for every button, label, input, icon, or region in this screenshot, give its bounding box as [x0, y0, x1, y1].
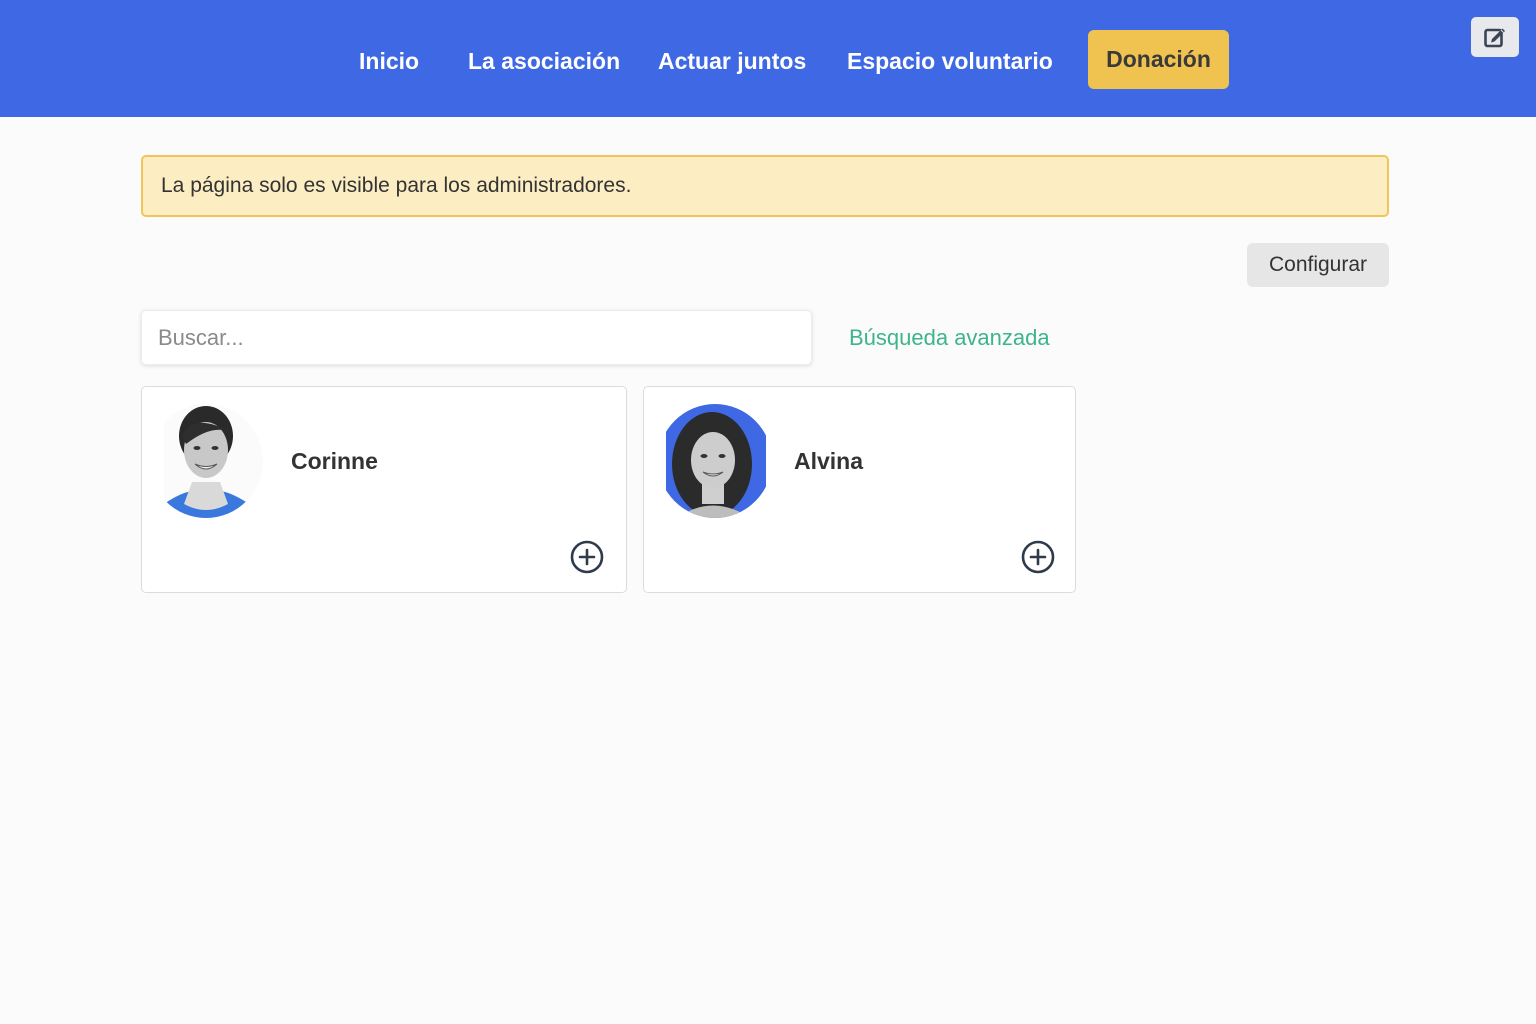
member-avatar [164, 404, 263, 518]
plus-circle-icon[interactable] [570, 540, 604, 574]
advanced-search-link[interactable]: Búsqueda avanzada [849, 324, 1050, 352]
admin-visibility-notice: La página solo es visible para los admin… [141, 155, 1389, 217]
edit-page-button[interactable] [1471, 17, 1519, 57]
nav-item-actuar-juntos[interactable]: Actuar juntos [658, 46, 806, 76]
member-name: Alvina [794, 448, 864, 474]
plus-circle-icon[interactable] [1021, 540, 1055, 574]
member-card[interactable]: Alvina [643, 386, 1076, 593]
donate-button[interactable]: Donación [1088, 30, 1229, 89]
member-avatar [666, 404, 766, 518]
nav-item-espacio-voluntario[interactable]: Espacio voluntario [847, 46, 1053, 76]
configure-button[interactable]: Configurar [1247, 243, 1389, 287]
nav-item-la-asociacion[interactable]: La asociación [468, 46, 620, 76]
nav-item-inicio[interactable]: Inicio [359, 46, 419, 76]
member-card[interactable]: Corinne [141, 386, 627, 593]
member-name: Corinne [291, 448, 378, 474]
edit-icon [1484, 28, 1505, 48]
search-input[interactable] [141, 310, 812, 365]
admin-notice-text: La página solo es visible para los admin… [161, 174, 632, 197]
top-navigation-bar: Inicio La asociación Actuar juntos Espac… [0, 0, 1536, 117]
